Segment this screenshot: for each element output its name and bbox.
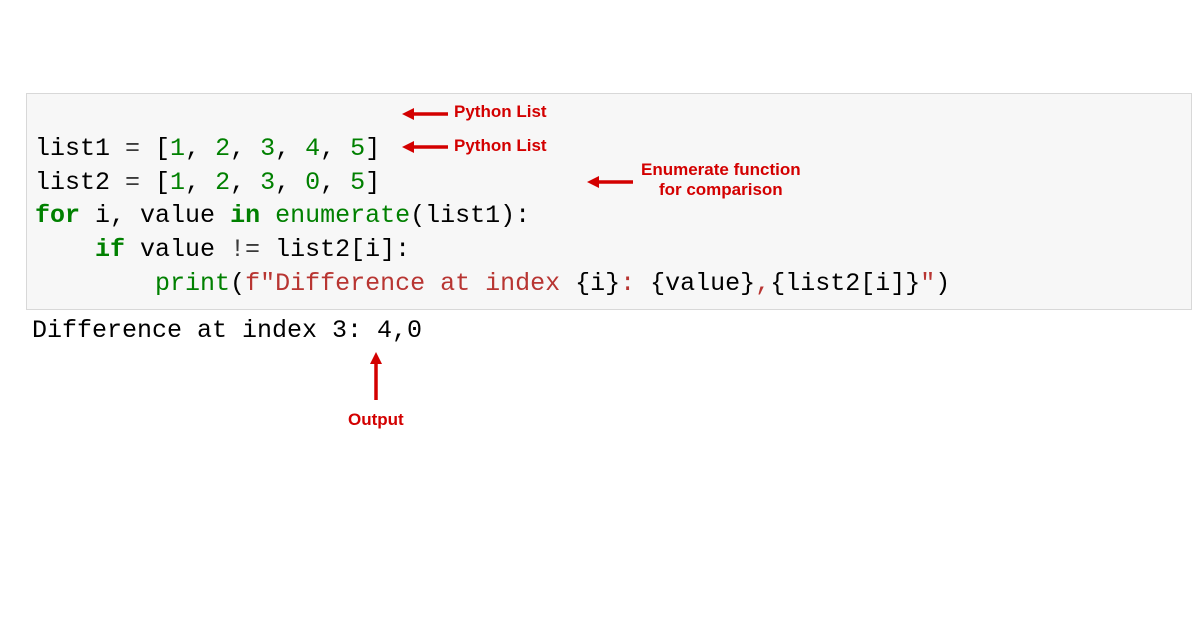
- code-line-4: if value != list2[i]:: [35, 235, 410, 264]
- token-indent: [35, 235, 95, 264]
- token-comma: ,: [230, 134, 260, 163]
- token-string: ,: [755, 269, 770, 298]
- token-num: 1: [170, 134, 185, 163]
- output-text: Difference at index 3: 4,0: [32, 314, 422, 348]
- token-builtin: print: [155, 269, 230, 298]
- token-op: !=: [215, 235, 275, 264]
- code-line-1: list1 = [1, 2, 3, 4, 5]: [35, 134, 380, 163]
- token-paren: (: [230, 269, 245, 298]
- token-interp: {i}: [575, 269, 620, 298]
- token-var: list2: [35, 168, 110, 197]
- code-line-3: for i, value in enumerate(list1):: [35, 201, 530, 230]
- token-comma: ,: [320, 134, 350, 163]
- token-builtin: enumerate: [275, 201, 410, 230]
- token-var: value: [140, 201, 215, 230]
- token-bracket: [: [155, 134, 170, 163]
- token-interp: {value}: [650, 269, 755, 298]
- token-num: 0: [305, 168, 320, 197]
- annotation-output: Output: [348, 410, 404, 430]
- token-num: 2: [215, 134, 230, 163]
- token-num: 4: [305, 134, 320, 163]
- token-indent: [35, 269, 155, 298]
- token-var: i: [95, 201, 110, 230]
- token-string: Difference at index: [275, 269, 575, 298]
- annotation-list1: Python List: [454, 102, 547, 122]
- token-quote: ": [920, 269, 935, 298]
- token-bracket: ]: [365, 168, 380, 197]
- token-paren: ): [935, 269, 950, 298]
- token-keyword: if: [95, 235, 140, 264]
- token-var: value: [140, 235, 215, 264]
- code-block: list1 = [1, 2, 3, 4, 5] list2 = [1, 2, 3…: [26, 93, 1192, 310]
- token-num: 5: [350, 134, 365, 163]
- token-comma: ,: [185, 134, 215, 163]
- token-num: 3: [260, 168, 275, 197]
- token-comma: ,: [110, 201, 140, 230]
- token-var: list1: [35, 134, 110, 163]
- token-num: 3: [260, 134, 275, 163]
- token-string: :: [620, 269, 650, 298]
- token-eq: =: [110, 134, 155, 163]
- token-interp: {list2[i]}: [770, 269, 920, 298]
- arrow-up-icon: [369, 352, 383, 407]
- token-call: (list1):: [410, 201, 530, 230]
- token-keyword: for: [35, 201, 95, 230]
- code-line-5: print(f"Difference at index {i}: {value}…: [35, 269, 950, 298]
- code-line-2: list2 = [1, 2, 3, 0, 5]: [35, 168, 380, 197]
- annotation-enumerate: Enumerate function for comparison: [641, 160, 801, 201]
- token-bracket: [: [155, 168, 170, 197]
- token-num: 2: [215, 168, 230, 197]
- token-eq: =: [110, 168, 155, 197]
- token-comma: ,: [275, 134, 305, 163]
- annotation-list2: Python List: [454, 136, 547, 156]
- token-comma: ,: [320, 168, 350, 197]
- token-comma: ,: [275, 168, 305, 197]
- token-bracket: ]: [365, 134, 380, 163]
- token-expr: list2[i]:: [275, 235, 410, 264]
- token-num: 1: [170, 168, 185, 197]
- token-fprefix: f": [245, 269, 275, 298]
- token-comma: ,: [230, 168, 260, 197]
- token-comma: ,: [185, 168, 215, 197]
- token-num: 5: [350, 168, 365, 197]
- token-keyword: in: [215, 201, 275, 230]
